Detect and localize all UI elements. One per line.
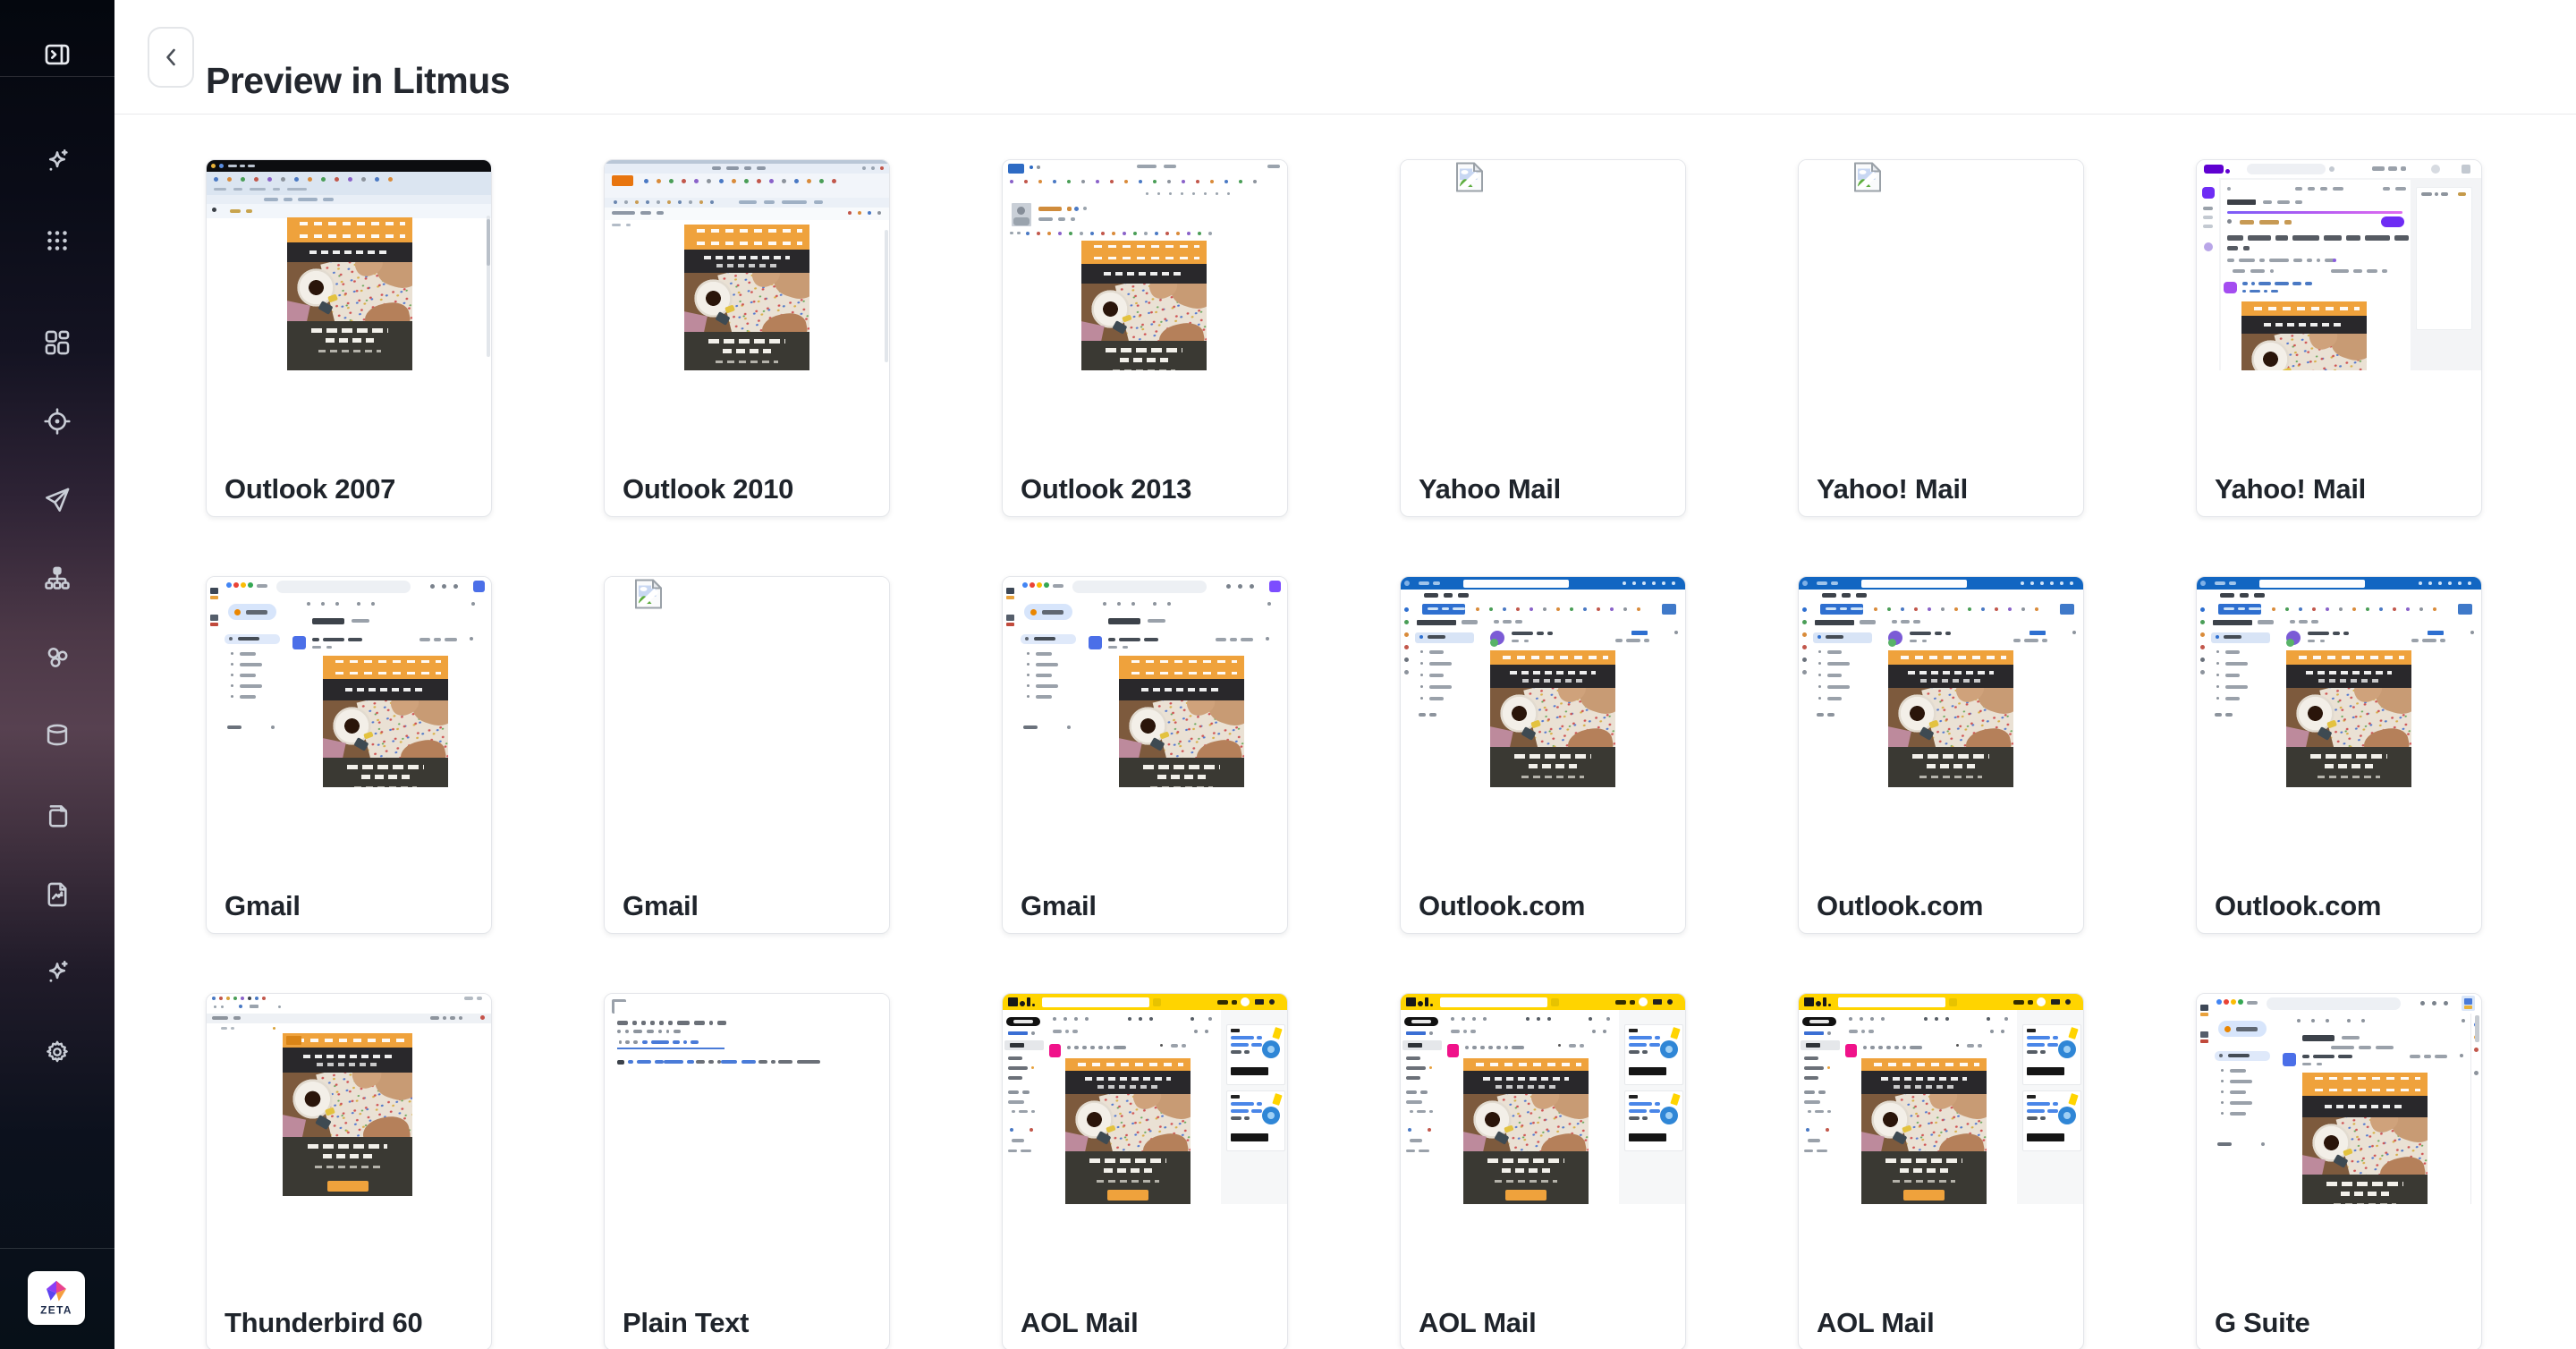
- templates-copy-icon[interactable]: [41, 800, 73, 832]
- client-label: Gmail: [1021, 890, 1097, 922]
- client-card[interactable]: Outlook 2010: [604, 159, 890, 517]
- client-thumbnail: [1401, 577, 1685, 787]
- client-card[interactable]: Gmail: [206, 576, 492, 934]
- dashboard-icon[interactable]: [41, 327, 73, 359]
- client-thumbnail: [2197, 994, 2481, 1204]
- client-thumbnail: [605, 160, 889, 370]
- client-card[interactable]: Plain Text: [604, 993, 890, 1349]
- sidebar: ZETA: [0, 0, 114, 1349]
- page-header: Preview in Litmus: [114, 0, 2576, 115]
- content: Outlook 2007 Outlook 2010 Outlook 2013: [114, 115, 2576, 1349]
- client-thumbnail: [2197, 160, 2481, 370]
- client-thumbnail: [1003, 994, 1287, 1204]
- client-card[interactable]: AOL Mail: [1400, 993, 1686, 1349]
- client-card[interactable]: G Suite: [2196, 993, 2482, 1349]
- client-card[interactable]: Yahoo! Mail: [1798, 159, 2084, 517]
- client-thumbnail: [605, 577, 889, 787]
- campaigns-send-icon[interactable]: [41, 484, 73, 516]
- client-thumbnail: [1799, 994, 2083, 1204]
- client-label: Outlook 2013: [1021, 473, 1191, 505]
- zeta-logo-label: ZETA: [40, 1303, 72, 1316]
- segments-circles-icon[interactable]: [41, 641, 73, 674]
- sidebar-divider: [0, 76, 114, 77]
- client-thumbnail: [1799, 577, 2083, 787]
- client-card[interactable]: Yahoo Mail: [1400, 159, 1686, 517]
- client-label: G Suite: [2215, 1307, 2309, 1339]
- client-card[interactable]: Yahoo! Mail: [2196, 159, 2482, 517]
- client-card[interactable]: Outlook 2007: [206, 159, 492, 517]
- zeta-diamond-icon: ZETA: [37, 1277, 76, 1319]
- client-label: Yahoo! Mail: [2215, 473, 2366, 505]
- client-label: Outlook.com: [1817, 890, 1983, 922]
- client-label: Yahoo! Mail: [1817, 473, 1968, 505]
- broken-image-icon: [1454, 161, 1485, 197]
- client-card[interactable]: Outlook.com: [1798, 576, 2084, 934]
- client-label: Outlook.com: [2215, 890, 2381, 922]
- client-thumbnail: [2197, 577, 2481, 787]
- client-thumbnail: [207, 577, 491, 787]
- client-thumbnail: [1799, 160, 2083, 370]
- settings-gear-icon[interactable]: [41, 1036, 73, 1068]
- client-card[interactable]: Outlook.com: [2196, 576, 2482, 934]
- sidebar-divider-bottom: [0, 1248, 114, 1249]
- audience-target-icon[interactable]: [41, 405, 73, 437]
- client-label: AOL Mail: [1817, 1307, 1934, 1339]
- client-thumbnail: [1401, 994, 1685, 1204]
- client-label: AOL Mail: [1021, 1307, 1138, 1339]
- reports-document-icon[interactable]: [41, 878, 73, 911]
- client-card[interactable]: AOL Mail: [1002, 993, 1288, 1349]
- client-card[interactable]: Outlook 2013: [1002, 159, 1288, 517]
- client-card[interactable]: Thunderbird 60: [206, 993, 492, 1349]
- client-label: AOL Mail: [1419, 1307, 1536, 1339]
- client-thumbnail: [207, 160, 491, 370]
- client-card[interactable]: AOL Mail: [1798, 993, 2084, 1349]
- client-label: Gmail: [623, 890, 699, 922]
- client-card[interactable]: Gmail: [1002, 576, 1288, 934]
- insights-sparkles-icon[interactable]: [41, 957, 73, 989]
- preview-grid: Outlook 2007 Outlook 2010 Outlook 2013: [206, 159, 2480, 1349]
- data-database-icon[interactable]: [41, 720, 73, 752]
- client-label: Gmail: [225, 890, 301, 922]
- app-root: ZETA Preview in Litmus Outlook 2007: [0, 0, 2576, 1349]
- ai-sparkles-icon[interactable]: [41, 146, 73, 178]
- back-button[interactable]: [148, 27, 194, 88]
- client-label: Thunderbird 60: [225, 1307, 422, 1339]
- client-card[interactable]: Gmail: [604, 576, 890, 934]
- broken-image-icon: [1852, 161, 1883, 197]
- client-label: Outlook.com: [1419, 890, 1585, 922]
- client-label: Outlook 2007: [225, 473, 395, 505]
- zeta-logo[interactable]: ZETA: [28, 1271, 85, 1325]
- client-thumbnail: [1401, 160, 1685, 370]
- client-thumbnail: [1003, 577, 1287, 787]
- broken-image-icon: [633, 578, 664, 614]
- client-label: Outlook 2010: [623, 473, 793, 505]
- client-thumbnail: [207, 994, 491, 1204]
- chevron-left-icon: [161, 44, 181, 71]
- panel-toggle-icon[interactable]: [41, 38, 73, 71]
- apps-grid-icon[interactable]: [41, 225, 73, 257]
- hierarchy-icon[interactable]: [41, 563, 73, 595]
- client-label: Yahoo Mail: [1419, 473, 1561, 505]
- client-card[interactable]: Outlook.com: [1400, 576, 1686, 934]
- client-label: Plain Text: [623, 1307, 749, 1339]
- client-thumbnail: [1003, 160, 1287, 370]
- client-thumbnail: [605, 994, 889, 1204]
